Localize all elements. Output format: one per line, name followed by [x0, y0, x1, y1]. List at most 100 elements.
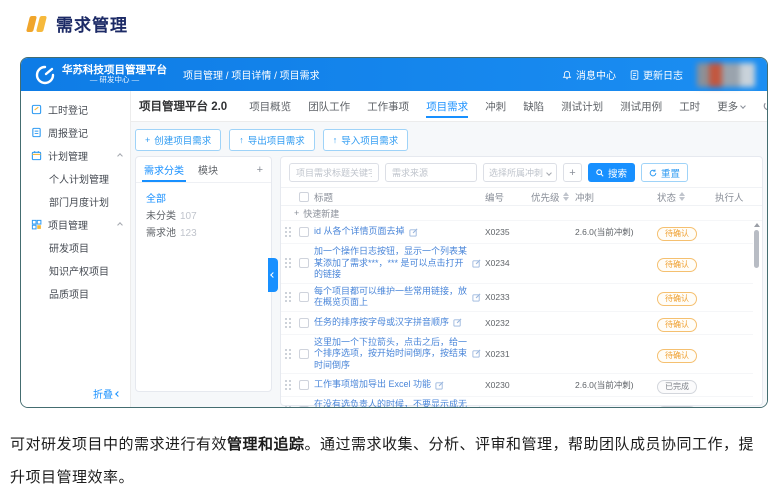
undo-button[interactable]: ↺ — [762, 99, 768, 113]
row-checkbox[interactable] — [299, 292, 309, 302]
edit-icon[interactable] — [472, 406, 481, 408]
filter-row: 选择所属冲刺 + 搜索 重置 — [281, 157, 762, 187]
import-requirement-button[interactable]: ↑ 导入项目需求 — [323, 129, 409, 151]
add-category-button[interactable]: + — [257, 164, 263, 176]
create-requirement-button[interactable]: + 创建项目需求 — [135, 129, 221, 151]
sprint-select-placeholder: 选择所属冲刺 — [489, 166, 543, 179]
status-badge: 已完成 — [657, 406, 697, 409]
sidebar-item-timesheet[interactable]: 工时登记 — [21, 98, 130, 121]
edit-icon[interactable] — [409, 228, 418, 237]
user-avatar[interactable] — [697, 63, 755, 87]
tab-requirement-category[interactable]: 需求分类 — [144, 157, 184, 182]
keyword-search-input[interactable] — [289, 163, 379, 182]
tab-module[interactable]: 模块 — [198, 157, 218, 182]
doc-header: 需求管理 — [28, 11, 128, 36]
tab-sprint[interactable]: 冲刺 — [485, 91, 506, 122]
collapse-chevron-icon[interactable] — [117, 153, 123, 159]
chevron-left-icon — [115, 391, 121, 397]
sidebar-item-label: 个人计划管理 — [49, 171, 109, 186]
search-button[interactable]: 搜索 — [588, 163, 635, 182]
scroll-up-icon[interactable] — [754, 223, 760, 227]
row-checkbox[interactable] — [299, 349, 309, 359]
row-checkbox[interactable] — [299, 406, 309, 409]
tree-item-requirement-pool[interactable]: 需求池123 — [146, 225, 261, 242]
sidebar-item-quality-project[interactable]: 品质项目 — [21, 282, 130, 305]
tab-more-label: 更多 — [717, 101, 738, 113]
add-filter-button[interactable]: + — [563, 163, 582, 182]
tree-item-label: 需求池 — [146, 228, 176, 239]
actions-row: + 创建项目需求 ↑ 导出项目需求 ↑ 导入项目需求 — [131, 122, 767, 156]
row-checkbox[interactable] — [299, 380, 309, 390]
sidebar-item-ip-project[interactable]: 知识产权项目 — [21, 259, 130, 282]
requirement-title-link[interactable]: 在没有选负责人的时候，不要显示成无负责人。 — [314, 399, 468, 408]
export-requirement-button[interactable]: ↑ 导出项目需求 — [229, 129, 315, 151]
scrollbar-thumb[interactable] — [754, 230, 759, 268]
tab-team-work[interactable]: 团队工作 — [308, 91, 350, 122]
table-row: 在没有选负责人的时候，不要显示成无负责人。 X0229 2.5.0 已完成 — [281, 397, 753, 408]
button-label: 导出项目需求 — [248, 133, 305, 147]
sidebar-item-plan-management[interactable]: 计划管理 — [21, 144, 130, 167]
requirement-title-link[interactable]: 任务的排序按字母或汉字拼音顺序 — [314, 317, 449, 329]
select-all-checkbox[interactable] — [299, 192, 309, 202]
tree-item-all[interactable]: 全部 — [146, 191, 261, 208]
tab-test-plan[interactable]: 测试计划 — [561, 91, 603, 122]
sprint-select[interactable]: 选择所属冲刺 — [483, 163, 557, 182]
sidebar: 工时登记 周报登记 计划管理 个人计划管理 部门月度计划 项目管理 — [21, 91, 131, 408]
requirement-code: X0234 — [485, 258, 531, 268]
requirement-code: X0231 — [485, 349, 531, 359]
vertical-scrollbar[interactable] — [753, 221, 761, 408]
page-title: 需求管理 — [56, 11, 128, 36]
drag-handle-icon[interactable] — [284, 226, 292, 238]
reset-button[interactable]: 重置 — [641, 163, 688, 182]
drag-handle-icon[interactable] — [284, 348, 292, 360]
drag-handle-icon[interactable] — [284, 291, 292, 303]
search-icon — [596, 169, 604, 177]
table-row: 这里加一个下拉箭头，点击之后，给一个排序选项，按开始时间倒序，按结束时间倒序 X… — [281, 335, 753, 375]
tab-project-requirements[interactable]: 项目需求 — [426, 91, 468, 122]
project-title: 项目管理平台 2.0 — [139, 98, 227, 114]
edit-icon[interactable] — [472, 349, 481, 358]
edit-icon[interactable] — [435, 381, 444, 390]
edit-icon[interactable] — [472, 293, 481, 302]
drag-handle-icon[interactable] — [284, 379, 292, 391]
tab-more[interactable]: 更多 — [717, 91, 745, 122]
drag-handle-icon[interactable] — [284, 317, 292, 329]
requirement-title-link[interactable]: 这里加一个下拉箭头，点击之后，给一个排序选项，按开始时间倒序，按结束时间倒序 — [314, 337, 468, 372]
edit-icon[interactable] — [453, 318, 462, 327]
requirement-title-link[interactable]: 加一个操作日志按钮，显示一个列表某某添加了需求***，*** 是可以点击打开的链… — [314, 246, 468, 281]
breadcrumb[interactable]: 项目管理 / 项目详情 / 项目需求 — [183, 67, 320, 82]
requirement-code: X0232 — [485, 318, 531, 328]
changelog-button[interactable]: 更新日志 — [630, 67, 683, 82]
requirement-title-link[interactable]: 工作事项增加导出 Excel 功能 — [314, 379, 431, 391]
tab-worktime[interactable]: 工时 — [679, 91, 700, 122]
message-center-button[interactable]: 消息中心 — [562, 67, 616, 82]
edit-icon[interactable] — [472, 259, 481, 268]
sidebar-item-rnd-project[interactable]: 研发项目 — [21, 236, 130, 259]
table-header: 标题 编号 优先级 冲刺 状态 执行人 — [281, 187, 762, 206]
sidebar-collapse-button[interactable]: 折叠 — [93, 386, 120, 401]
tab-test-cases[interactable]: 测试用例 — [620, 91, 662, 122]
panel-collapse-handle[interactable] — [268, 258, 278, 292]
row-checkbox[interactable] — [299, 318, 309, 328]
tab-defects[interactable]: 缺陷 — [523, 91, 544, 122]
tree-item-uncategorized[interactable]: 未分类107 — [146, 208, 261, 225]
sort-icon[interactable] — [679, 192, 685, 201]
quick-create-button[interactable]: + 快速新建 — [281, 206, 762, 221]
sidebar-item-personal-plan[interactable]: 个人计划管理 — [21, 167, 130, 190]
sidebar-item-project-management[interactable]: 项目管理 — [21, 213, 130, 236]
sort-icon[interactable] — [563, 192, 569, 201]
row-checkbox[interactable] — [299, 258, 309, 268]
tab-work-items[interactable]: 工作事项 — [367, 91, 409, 122]
sidebar-item-weekly-report[interactable]: 周报登记 — [21, 121, 130, 144]
tab-project-overview[interactable]: 项目概览 — [249, 91, 291, 122]
requirement-title-link[interactable]: id 从各个详情页面去掉 — [314, 226, 405, 238]
requirement-title-link[interactable]: 每个项目都可以维护一些常用链接，放在概览页面上 — [314, 286, 468, 309]
button-label: 导入项目需求 — [341, 133, 398, 147]
collapse-chevron-icon[interactable] — [117, 222, 123, 228]
app-frame: 华苏科技项目管理平台 — 研发中心 — 项目管理 / 项目详情 / 项目需求 消… — [20, 57, 768, 408]
sidebar-item-dept-monthly-plan[interactable]: 部门月度计划 — [21, 190, 130, 213]
source-search-input[interactable] — [385, 163, 477, 182]
drag-handle-icon[interactable] — [284, 405, 292, 409]
row-checkbox[interactable] — [299, 227, 309, 237]
drag-handle-icon[interactable] — [284, 257, 292, 269]
